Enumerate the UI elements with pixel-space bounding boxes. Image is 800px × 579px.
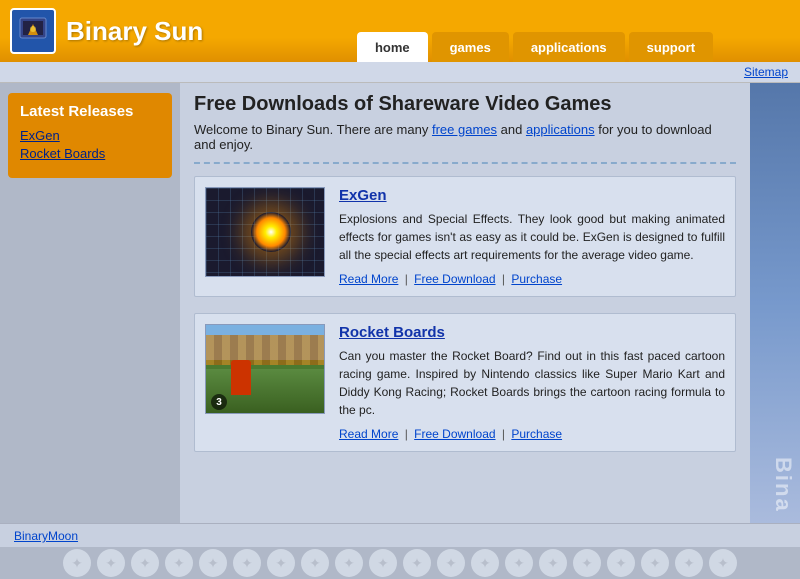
star-13: ✦ bbox=[471, 549, 499, 577]
right-decoration: Bina bbox=[750, 83, 800, 523]
exgen-desc: Explosions and Special Effects. They loo… bbox=[339, 210, 725, 264]
logo-area: Binary Sun bbox=[0, 8, 270, 54]
star-10: ✦ bbox=[369, 549, 397, 577]
main-wrapper: Latest Releases ExGen Rocket Boards Free… bbox=[0, 83, 800, 523]
sidebar-link-rocketboards[interactable]: Rocket Boards bbox=[20, 146, 160, 161]
sitemap-link[interactable]: Sitemap bbox=[744, 65, 788, 79]
star-1: ✦ bbox=[63, 549, 91, 577]
rocketboards-sep2: | bbox=[499, 427, 509, 441]
rocketboards-readmore-link[interactable]: Read More bbox=[339, 427, 398, 441]
exgen-sep1: | bbox=[401, 272, 411, 286]
exgen-sep2: | bbox=[499, 272, 509, 286]
latest-releases-title: Latest Releases bbox=[20, 103, 160, 120]
rocketboards-desc: Can you master the Rocket Board? Find ou… bbox=[339, 347, 725, 419]
exgen-download-link[interactable]: Free Download bbox=[414, 272, 495, 286]
intro-text: Welcome to Binary Sun. There are many fr… bbox=[194, 122, 736, 152]
star-8: ✦ bbox=[301, 549, 329, 577]
rocketboards-screenshot: 3 bbox=[205, 324, 325, 414]
product-card-rocketboards: 3 Rocket Boards Can you master the Rocke… bbox=[194, 313, 736, 452]
sidebar: Latest Releases ExGen Rocket Boards bbox=[0, 83, 180, 523]
content-area: Free Downloads of Shareware Video Games … bbox=[180, 83, 750, 523]
star-3: ✦ bbox=[131, 549, 159, 577]
star-11: ✦ bbox=[403, 549, 431, 577]
rocketboards-sep1: | bbox=[401, 427, 411, 441]
rocketboards-links: Read More | Free Download | Purchase bbox=[339, 427, 725, 441]
exgen-info: ExGen Explosions and Special Effects. Th… bbox=[339, 187, 725, 286]
star-row: ✦ ✦ ✦ ✦ ✦ ✦ ✦ ✦ ✦ ✦ ✦ ✦ ✦ ✦ ✦ ✦ ✦ ✦ ✦ ✦ bbox=[63, 549, 737, 577]
star-17: ✦ bbox=[607, 549, 635, 577]
star-2: ✦ bbox=[97, 549, 125, 577]
star-5: ✦ bbox=[199, 549, 227, 577]
nav-tab-home[interactable]: home bbox=[357, 32, 428, 62]
rocketboards-title[interactable]: Rocket Boards bbox=[339, 324, 725, 341]
star-12: ✦ bbox=[437, 549, 465, 577]
binarymoon-link[interactable]: BinaryMoon bbox=[14, 529, 78, 543]
star-7: ✦ bbox=[267, 549, 295, 577]
nav-tab-applications[interactable]: applications bbox=[513, 32, 625, 62]
intro-text-mid: and bbox=[497, 122, 526, 137]
nav-tab-support[interactable]: support bbox=[629, 32, 713, 62]
footer-bar: BinaryMoon bbox=[0, 523, 800, 547]
sidebar-link-exgen[interactable]: ExGen bbox=[20, 128, 160, 143]
free-games-link[interactable]: free games bbox=[432, 122, 497, 137]
star-16: ✦ bbox=[573, 549, 601, 577]
nav-area: home games applications support bbox=[270, 0, 800, 62]
divider-1 bbox=[194, 162, 736, 164]
exgen-screenshot bbox=[205, 187, 325, 277]
product-card-exgen: ExGen Explosions and Special Effects. Th… bbox=[194, 176, 736, 297]
right-deco-text: Bina bbox=[770, 457, 800, 523]
exgen-title[interactable]: ExGen bbox=[339, 187, 725, 204]
exgen-purchase-link[interactable]: Purchase bbox=[511, 272, 562, 286]
latest-releases-box: Latest Releases ExGen Rocket Boards bbox=[8, 93, 172, 178]
star-20: ✦ bbox=[709, 549, 737, 577]
intro-text-before: Welcome to Binary Sun. There are many bbox=[194, 122, 432, 137]
rocketboards-info: Rocket Boards Can you master the Rocket … bbox=[339, 324, 725, 441]
logo-icon bbox=[10, 8, 56, 54]
header: Binary Sun home games applications suppo… bbox=[0, 0, 800, 62]
bottom-pattern: ✦ ✦ ✦ ✦ ✦ ✦ ✦ ✦ ✦ ✦ ✦ ✦ ✦ ✦ ✦ ✦ ✦ ✦ ✦ ✦ bbox=[0, 547, 800, 579]
applications-link[interactable]: applications bbox=[526, 122, 595, 137]
logo-text: Binary Sun bbox=[66, 16, 203, 47]
star-15: ✦ bbox=[539, 549, 567, 577]
exgen-links: Read More | Free Download | Purchase bbox=[339, 272, 725, 286]
page-title: Free Downloads of Shareware Video Games bbox=[194, 93, 736, 116]
nav-tab-games[interactable]: games bbox=[432, 32, 509, 62]
star-4: ✦ bbox=[165, 549, 193, 577]
star-14: ✦ bbox=[505, 549, 533, 577]
star-9: ✦ bbox=[335, 549, 363, 577]
rocketboards-download-link[interactable]: Free Download bbox=[414, 427, 495, 441]
rocketboards-purchase-link[interactable]: Purchase bbox=[511, 427, 562, 441]
sitemap-bar: Sitemap bbox=[0, 62, 800, 83]
star-18: ✦ bbox=[641, 549, 669, 577]
star-19: ✦ bbox=[675, 549, 703, 577]
star-6: ✦ bbox=[233, 549, 261, 577]
exgen-readmore-link[interactable]: Read More bbox=[339, 272, 398, 286]
